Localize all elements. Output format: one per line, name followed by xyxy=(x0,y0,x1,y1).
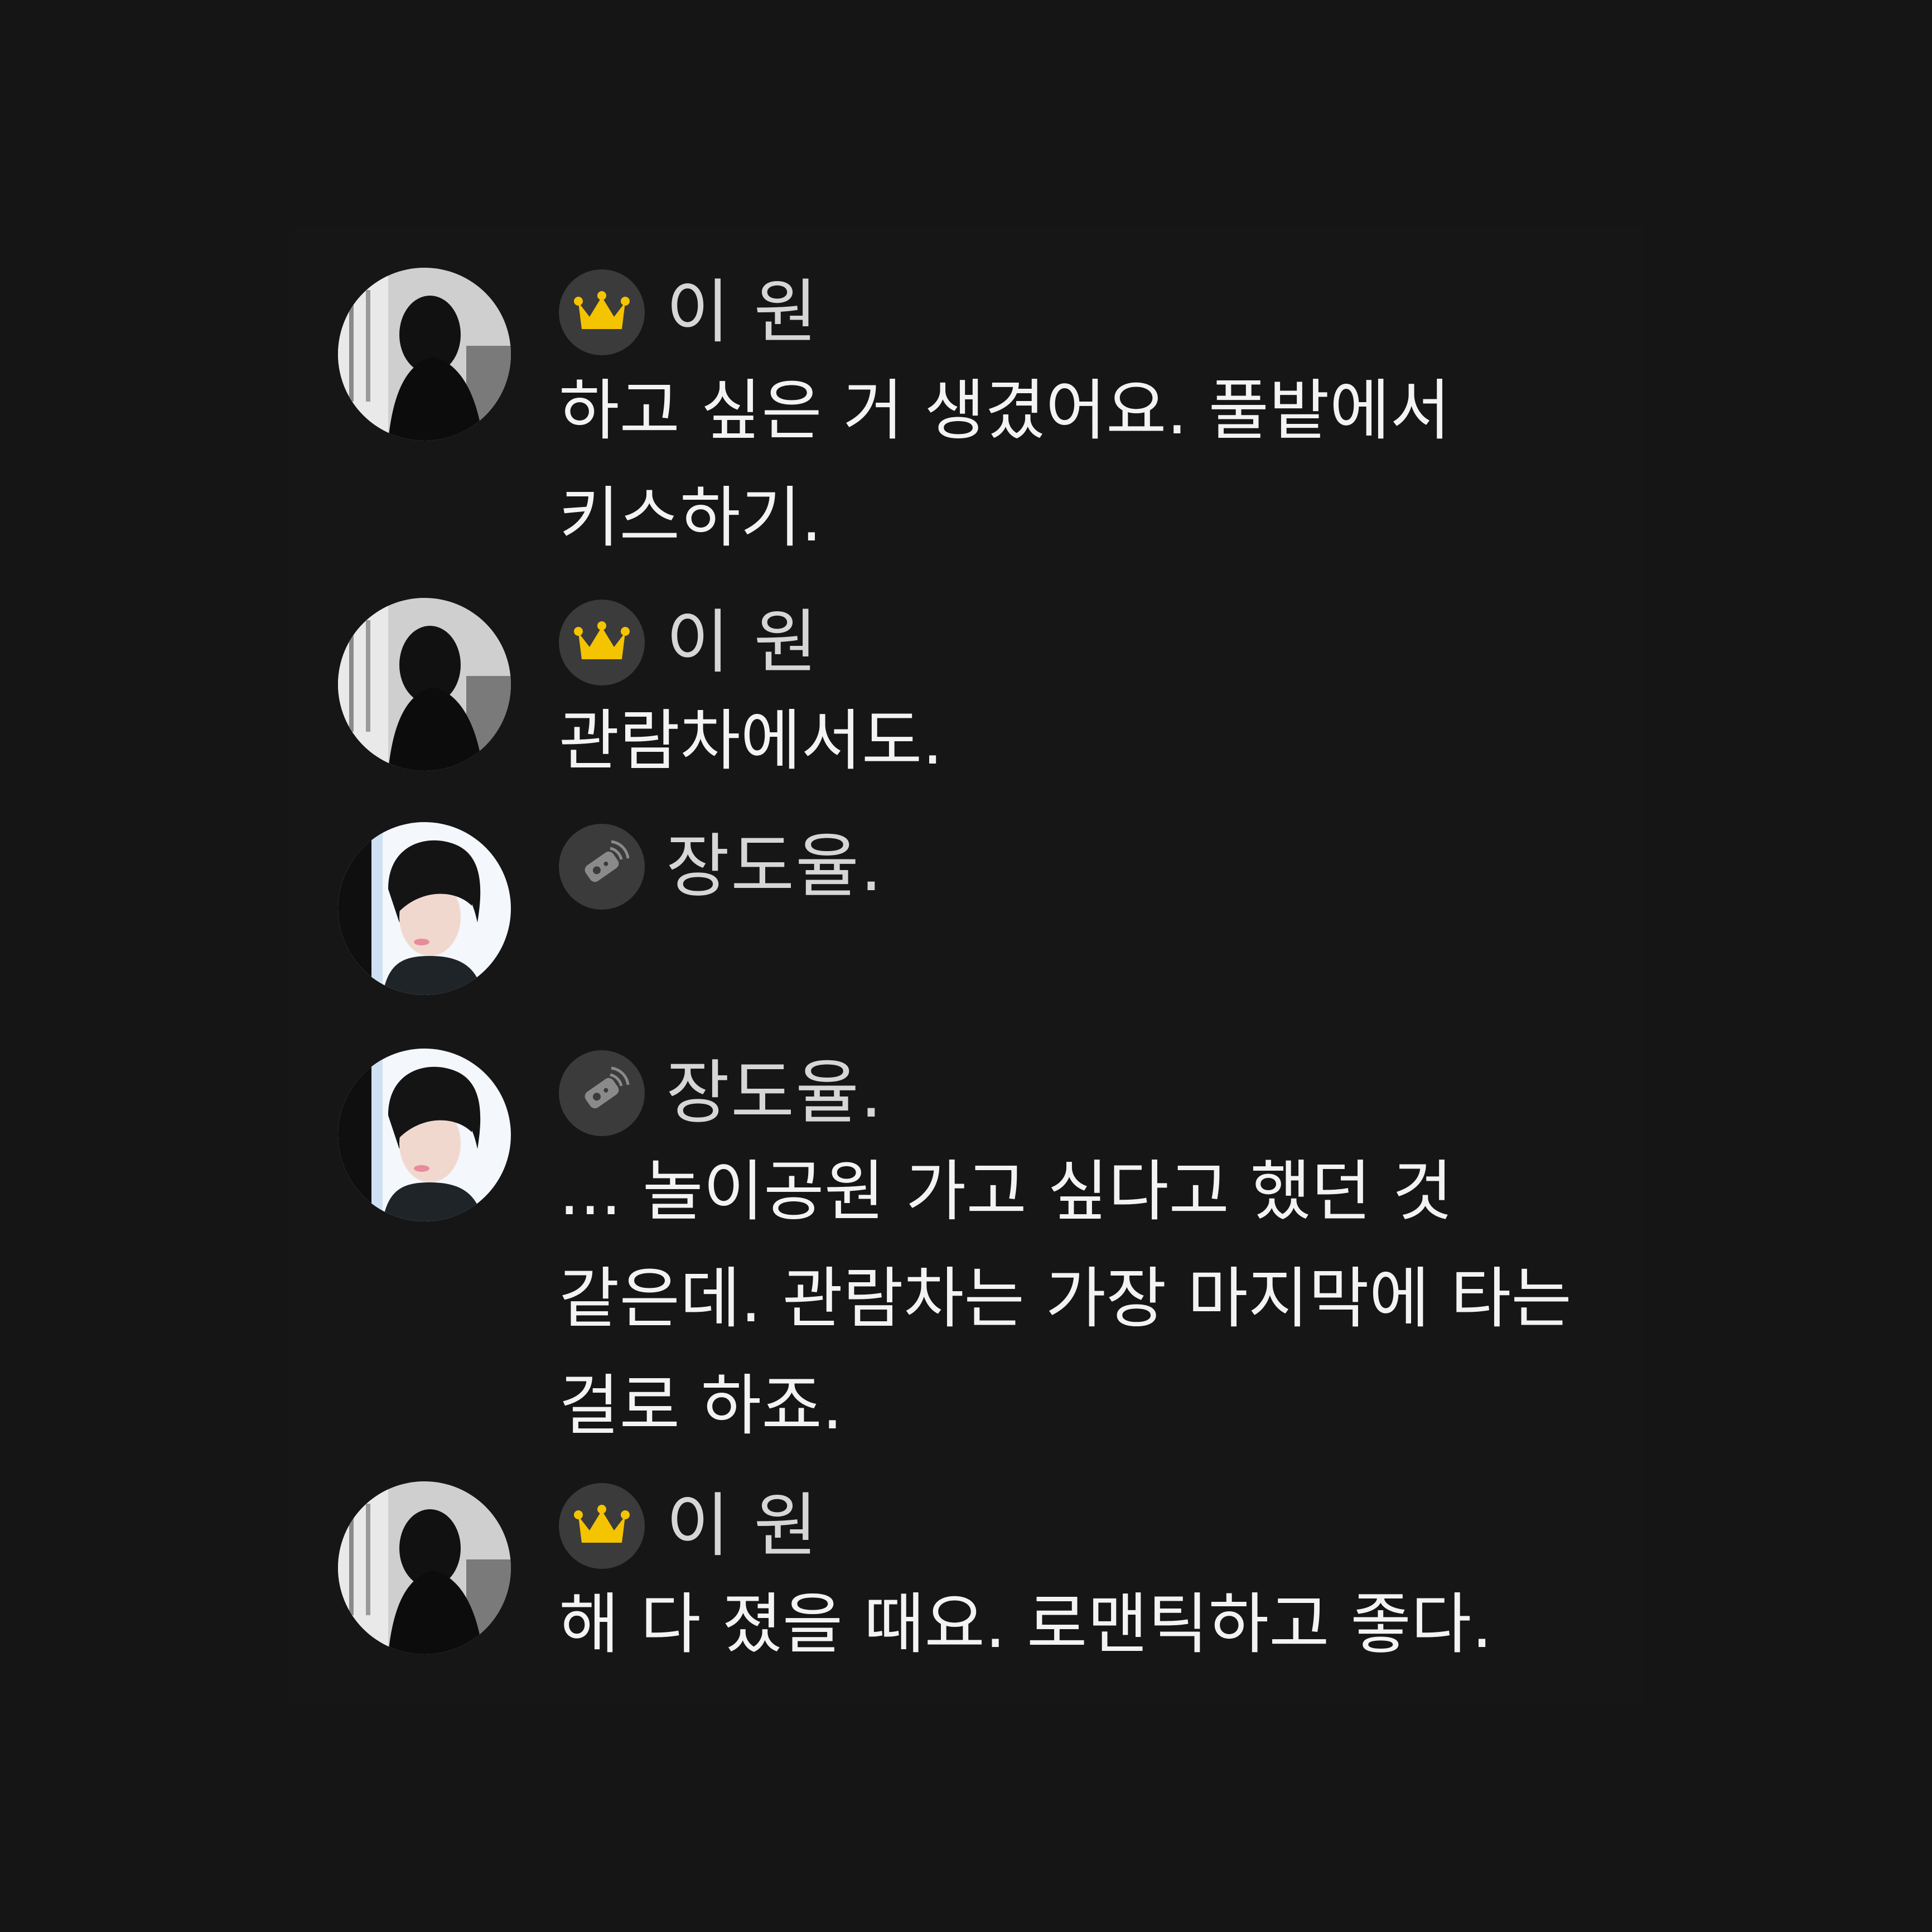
message-header: 장도율. xyxy=(559,1049,883,1138)
sender-name: 이 원 xyxy=(666,272,819,352)
crown-icon xyxy=(574,621,630,659)
message-text: 해 다 졌을 때요. 로맨틱하고 좋다. xyxy=(559,1586,1493,1663)
message-text: 하고 싶은 거 생겼어요. 풀밭에서 키스하기. xyxy=(559,372,1451,556)
message-header: 이 원 xyxy=(559,598,819,687)
avatar[interactable] xyxy=(338,268,511,441)
message-header: 이 원 xyxy=(559,268,819,357)
message-header: 장도율. xyxy=(559,822,883,911)
remote-badge xyxy=(559,1050,645,1136)
crown-icon xyxy=(574,291,630,329)
crown-badge xyxy=(559,269,645,355)
sender-name: 장도율. xyxy=(666,1053,883,1133)
remote-icon xyxy=(585,1066,630,1109)
crown-badge xyxy=(559,1483,645,1569)
remote-badge xyxy=(559,824,645,910)
avatar[interactable] xyxy=(338,598,511,771)
crown-icon xyxy=(574,1505,630,1543)
sender-name: 이 원 xyxy=(666,1486,819,1566)
avatar[interactable] xyxy=(338,1481,511,1654)
message-text: 관람차에서도. xyxy=(559,702,943,779)
avatar[interactable] xyxy=(338,822,511,995)
remote-icon xyxy=(585,840,630,882)
message-header: 이 원 xyxy=(559,1481,819,1571)
sender-name: 장도율. xyxy=(666,827,883,907)
crown-badge xyxy=(559,600,645,685)
message-text: ... 놀이공원 가고 싶다고 했던 것 같은데. 관람차는 가장 마지막에 타… xyxy=(559,1153,1572,1444)
sender-name: 이 원 xyxy=(666,602,819,683)
avatar[interactable] xyxy=(338,1049,511,1221)
